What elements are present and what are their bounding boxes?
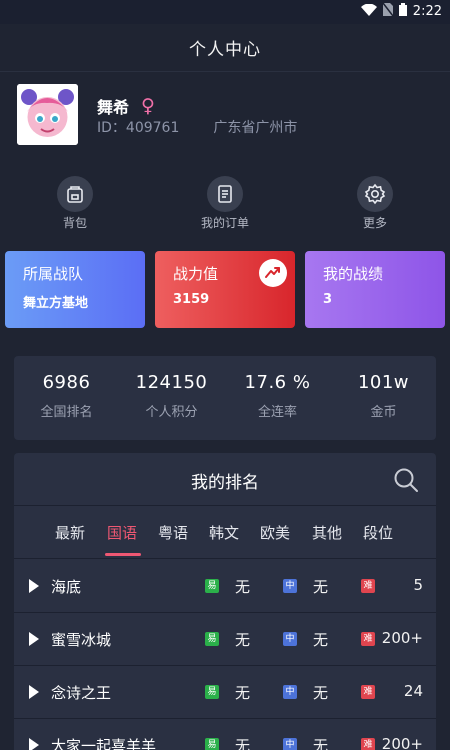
gender-icon: ♀ — [141, 95, 155, 117]
stat-label: 全国排名 — [40, 405, 93, 420]
easy-badge: 易 — [205, 579, 219, 593]
quick-actions: 背包 我的订单 更多 — [0, 176, 450, 232]
easy-rank: 无 — [235, 631, 251, 649]
battery-icon — [398, 3, 407, 20]
song-title: 海底 — [51, 578, 82, 596]
team-card[interactable]: 所属战队 舞立方基地 — [5, 251, 145, 328]
hard-rank: 24 — [403, 682, 423, 700]
medium-rank: 无 — [313, 578, 329, 596]
play-icon[interactable] — [29, 579, 39, 593]
stat-coins: 101w 金币 — [331, 372, 436, 420]
more-label: 更多 — [362, 216, 387, 230]
play-icon[interactable] — [29, 685, 39, 699]
no-sim-icon — [382, 2, 394, 20]
medium-badge: 中 — [283, 685, 297, 699]
easy-badge: 易 — [205, 632, 219, 646]
stats-panel: 6986 全国排名 124150 个人积分 17.6 % 全连率 101w 金币 — [14, 356, 436, 440]
easy-rank: 无 — [235, 578, 251, 596]
title-bar: 个人中心 — [0, 24, 450, 72]
active-tab-indicator — [105, 553, 141, 556]
medium-rank: 无 — [313, 737, 329, 750]
stat-value: 101w — [357, 372, 410, 393]
backpack-button[interactable]: 背包 — [35, 176, 115, 231]
easy-rank: 无 — [235, 684, 251, 702]
song-title: 大家一起喜羊羊 — [51, 737, 157, 750]
page-title: 个人中心 — [189, 40, 261, 60]
play-icon[interactable] — [29, 738, 39, 750]
hard-badge: 难 — [361, 685, 375, 699]
hard-rank: 5 — [413, 576, 423, 594]
team-card-title: 所属战队 — [23, 265, 84, 283]
stat-national-rank: 6986 全国排名 — [14, 372, 119, 420]
power-card-value: 3159 — [173, 292, 210, 307]
profile-section: 舞希 ♀ ID：409761 广东省广州市 — [17, 84, 437, 148]
backpack-label: 背包 — [62, 216, 87, 230]
my-orders-label: 我的订单 — [200, 216, 249, 230]
ranking-panel: 我的排名 最新 国语 粤语 韩文 欧美 其他 段位 海底 易 无 中 无 难 5… — [14, 453, 436, 750]
medium-rank: 无 — [313, 684, 329, 702]
table-row[interactable]: 海底 易 无 中 无 难 5 — [14, 560, 436, 613]
stat-value: 6986 — [42, 372, 91, 393]
stat-full-combo-rate: 17.6 % 全连率 — [225, 372, 330, 420]
table-row[interactable]: 念诗之王 易 无 中 无 难 24 — [14, 666, 436, 719]
hard-rank: 200+ — [381, 735, 423, 750]
power-card[interactable]: 战力值 3159 — [155, 251, 295, 328]
ranking-tabs: 最新 国语 粤语 韩文 欧美 其他 段位 — [14, 507, 436, 559]
medium-rank: 无 — [313, 631, 329, 649]
song-title: 念诗之王 — [51, 684, 112, 702]
hard-badge: 难 — [361, 632, 375, 646]
medium-badge: 中 — [283, 738, 297, 750]
tab-latest[interactable]: 最新 — [55, 522, 85, 543]
clock-text: 2:22 — [412, 4, 442, 19]
stat-label: 个人积分 — [145, 405, 198, 420]
profile-name-row: 舞希 ♀ — [97, 94, 155, 118]
ranking-header: 我的排名 — [14, 453, 436, 506]
easy-rank: 无 — [235, 737, 251, 750]
my-orders-button[interactable]: 我的订单 — [185, 176, 265, 231]
stat-label: 全连率 — [257, 405, 297, 420]
tab-other[interactable]: 其他 — [312, 522, 342, 543]
hard-rank: 200+ — [381, 629, 423, 647]
tab-korean[interactable]: 韩文 — [209, 522, 239, 543]
wifi-icon — [360, 3, 377, 20]
play-icon[interactable] — [29, 632, 39, 646]
hard-badge: 难 — [361, 738, 375, 750]
backpack-icon — [57, 176, 93, 212]
table-row[interactable]: 大家一起喜羊羊 易 无 中 无 难 200+ — [14, 719, 436, 750]
record-card-value: 3 — [323, 292, 333, 307]
avatar[interactable] — [17, 84, 78, 145]
tab-mandarin[interactable]: 国语 — [107, 522, 137, 543]
medium-badge: 中 — [283, 579, 297, 593]
hard-badge: 难 — [361, 579, 375, 593]
status-bar: 2:22 — [0, 0, 450, 24]
easy-badge: 易 — [205, 738, 219, 750]
record-card-title: 我的战绩 — [323, 265, 384, 283]
stat-value: 17.6 % — [244, 372, 311, 393]
user-location: 广东省广州市 — [213, 120, 298, 136]
team-card-value: 舞立方基地 — [23, 296, 89, 311]
record-card[interactable]: 我的战绩 3 — [305, 251, 445, 328]
stat-points: 124150 个人积分 — [119, 372, 224, 420]
easy-badge: 易 — [205, 685, 219, 699]
order-icon — [207, 176, 243, 212]
medium-badge: 中 — [283, 632, 297, 646]
profile-meta: ID：409761 广东省广州市 — [97, 117, 297, 137]
gear-icon — [357, 176, 393, 212]
tab-level[interactable]: 段位 — [363, 522, 393, 543]
table-row[interactable]: 蜜雪冰城 易 无 中 无 难 200+ — [14, 613, 436, 666]
username: 舞希 — [97, 98, 130, 117]
song-title: 蜜雪冰城 — [51, 631, 112, 649]
stat-label: 金币 — [370, 405, 397, 420]
search-icon[interactable] — [393, 467, 419, 497]
tab-western[interactable]: 欧美 — [260, 522, 290, 543]
user-id: ID：409761 — [97, 120, 180, 136]
ranking-title: 我的排名 — [191, 473, 259, 493]
stat-value: 124150 — [135, 372, 208, 393]
more-button[interactable]: 更多 — [335, 176, 415, 231]
trend-icon — [259, 259, 287, 287]
tab-cantonese[interactable]: 粤语 — [158, 522, 188, 543]
